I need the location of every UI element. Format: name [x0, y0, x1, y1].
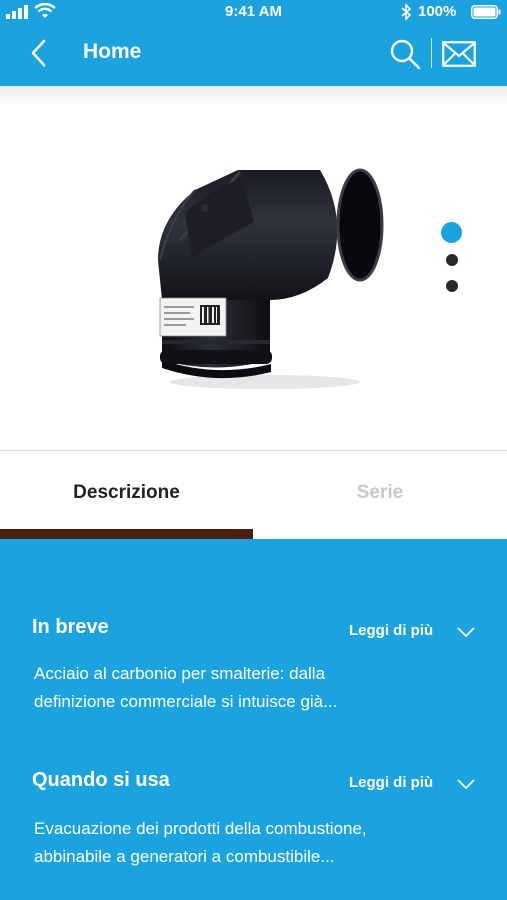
header-bar: 9:41 AM 100% Home — [0, 0, 507, 86]
section-text-in-breve: Acciaio al carbonio per smalterie: dalla… — [34, 660, 474, 716]
chevron-down-icon[interactable] — [456, 778, 476, 790]
text-line: definizione commerciale si intuisce già.… — [34, 692, 338, 711]
tab-serie[interactable]: Serie — [253, 482, 507, 504]
search-icon[interactable] — [389, 38, 421, 70]
section-title-in-breve: In breve — [32, 616, 109, 638]
battery-percent: 100% — [418, 3, 457, 20]
header-shadow — [0, 86, 507, 106]
read-more-in-breve[interactable]: Leggi di più — [349, 622, 433, 639]
text-line: abbinabile a generatori a combustibile..… — [34, 847, 335, 866]
carousel-dot-3[interactable] — [446, 280, 458, 292]
text-line: Evacuazione dei prodotti della combustio… — [34, 819, 367, 838]
tab-descrizione[interactable]: Descrizione — [0, 482, 253, 504]
nav-divider — [431, 38, 432, 68]
carousel-dot-1[interactable] — [441, 222, 462, 243]
tab-bar: Descrizione Serie — [0, 450, 507, 539]
battery-icon — [471, 5, 501, 19]
text-line: Acciaio al carbonio per smalterie: dalla — [34, 664, 326, 683]
chevron-down-icon[interactable] — [456, 626, 476, 638]
bluetooth-icon — [401, 3, 412, 21]
back-chevron-icon[interactable] — [28, 38, 52, 68]
section-text-quando-si-usa: Evacuazione dei prodotti della combustio… — [34, 815, 474, 871]
pipe-elbow-image — [158, 168, 384, 389]
carousel-dot-2[interactable] — [446, 254, 458, 266]
read-more-quando-si-usa[interactable]: Leggi di più — [349, 774, 433, 791]
description-panel: In breve Leggi di più Acciaio al carboni… — [0, 539, 507, 900]
page-title: Home — [83, 40, 142, 63]
section-title-quando-si-usa: Quando si usa — [32, 769, 170, 791]
mail-icon[interactable] — [442, 41, 476, 67]
active-tab-indicator — [0, 529, 253, 539]
status-bar: 9:41 AM 100% — [0, 0, 507, 26]
